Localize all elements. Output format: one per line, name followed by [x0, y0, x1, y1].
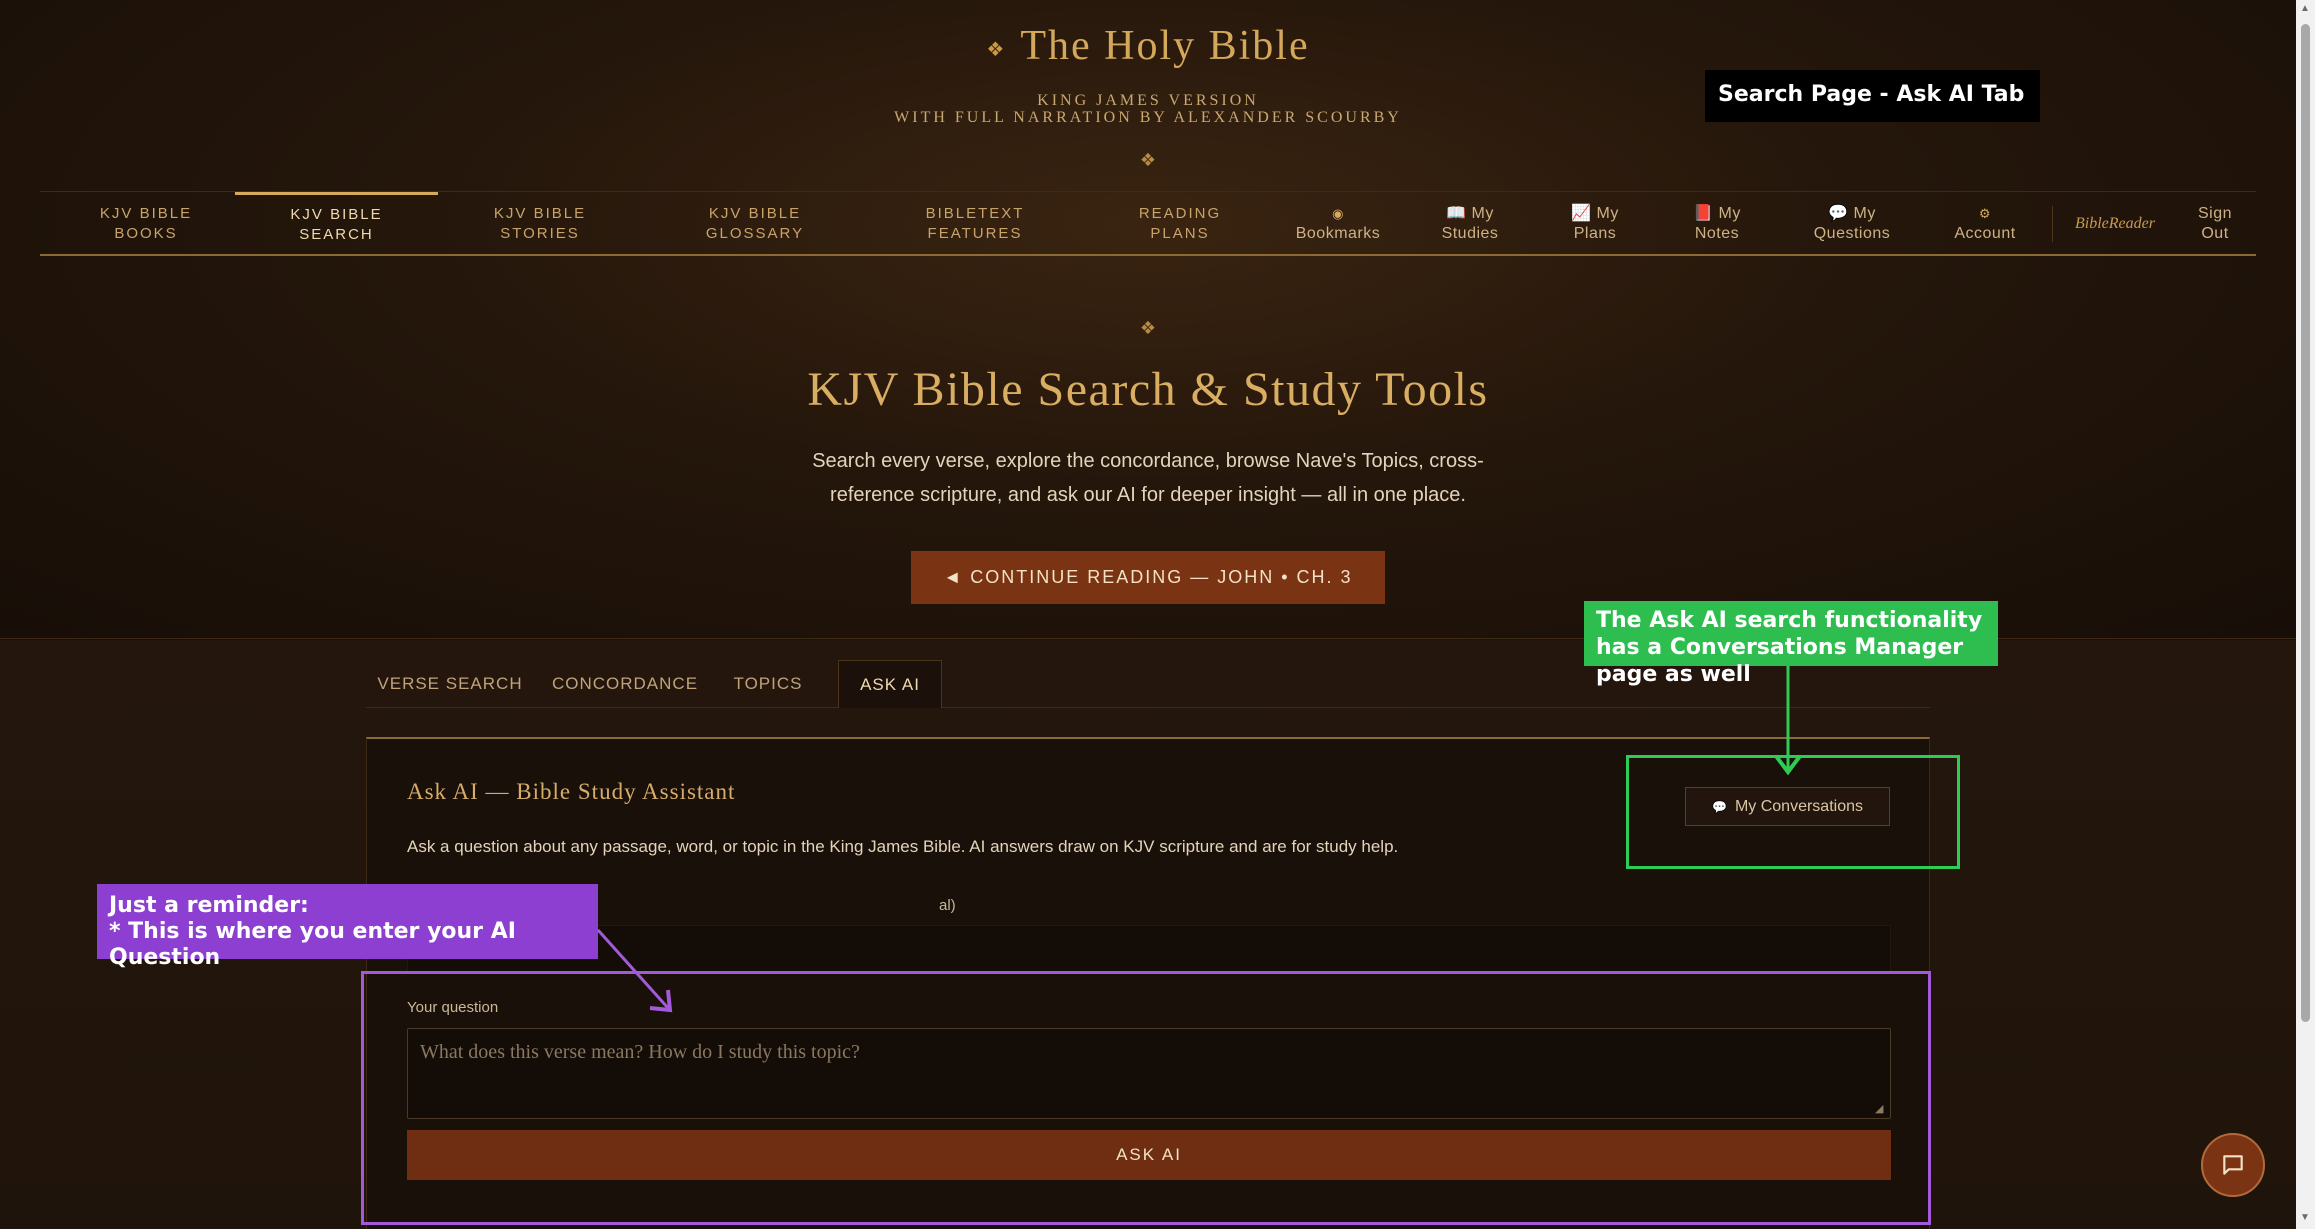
nav-kjv-bible-books[interactable]: KJV BIBLE BOOKS: [70, 192, 222, 255]
nav-sign-out[interactable]: Sign Out: [2185, 192, 2245, 255]
title-ornament-icon: ❖: [986, 38, 1007, 61]
nav-label-line2: Account: [1954, 224, 2016, 242]
nav-label-line2: Questions: [1813, 224, 1891, 242]
annotation-page-label: Search Page - Ask AI Tab: [1705, 70, 2040, 122]
chat-widget-button[interactable]: [2201, 1133, 2265, 1197]
nav-account[interactable]: ⚙ Account: [1935, 192, 2035, 255]
nav-label-line1: KJV BIBLE: [290, 206, 383, 223]
nav-label-line2: PLANS: [1150, 224, 1210, 242]
tab-concordance[interactable]: CONCORDANCE: [541, 660, 709, 708]
nav-kjv-bible-search[interactable]: KJV BIBLE SEARCH: [235, 192, 438, 255]
nav-my-studies[interactable]: 📖 My Studies: [1415, 192, 1525, 255]
nav-label-line1: BIBLETEXT: [925, 204, 1025, 222]
nav-brand-user[interactable]: BibleReader: [2060, 192, 2170, 255]
nav-kjv-bible-glossary[interactable]: KJV BIBLE GLOSSARY: [655, 192, 855, 255]
nav-label-line2: Studies: [1441, 224, 1499, 242]
nav-bibletext-features[interactable]: BIBLETEXT FEATURES: [875, 192, 1075, 255]
nav-my-plans[interactable]: 📈 My Plans: [1545, 192, 1645, 255]
nav-label-line1: KJV BIBLE: [708, 204, 802, 222]
scroll-up-icon[interactable]: ▲: [2300, 4, 2310, 14]
chat-bubble-icon: [2223, 1155, 2243, 1175]
nav-my-notes[interactable]: 📕 My Notes: [1667, 192, 1767, 255]
bookmark-icon: ◉: [1332, 205, 1344, 221]
hero-description: Search every verse, explore the concorda…: [812, 450, 1484, 506]
nav-label-line2: Bookmarks: [1295, 224, 1381, 242]
header-ornament-icon: ❖: [1139, 150, 1157, 170]
nav-label-line2: Notes: [1694, 224, 1740, 242]
nav-separator: [2052, 206, 2053, 242]
nav-label-line1: Sign: [2197, 204, 2233, 222]
scroll-thumb[interactable]: [2301, 24, 2310, 1022]
panel-description: Ask a question about any passage, word, …: [407, 837, 1399, 856]
nav-label-line1: 📕 My: [1693, 204, 1741, 222]
annotation-question-highlight: [361, 971, 1931, 1225]
annotation-reminder-line1: Just a reminder:: [109, 893, 309, 918]
nav-label-line1: 📈 My: [1571, 204, 1619, 222]
annotation-conversations-highlight: [1626, 755, 1960, 869]
nav-label-line1: KJV BIBLE: [99, 204, 193, 222]
nav-label-line2: GLOSSARY: [705, 224, 805, 242]
nav-label-line2: Plans: [1573, 224, 1617, 242]
nav-reading-plans[interactable]: READING PLANS: [1100, 192, 1260, 255]
nav-label-line2: SEARCH: [299, 226, 374, 243]
nav-my-questions[interactable]: 💬 My Questions: [1792, 192, 1912, 255]
tab-topics[interactable]: TOPICS: [716, 660, 820, 708]
nav-label-line1: KJV BIBLE: [493, 204, 587, 222]
tab-verse-search[interactable]: VERSE SEARCH: [366, 660, 534, 708]
panel-title: Ask AI — Bible Study Assistant: [407, 779, 736, 804]
annotation-conversations-note: The Ask AI search functionality has a Co…: [1584, 601, 1998, 687]
annotation-question-reminder: Just a reminder: * This is where you ent…: [97, 884, 598, 970]
nav-label-line2: STORIES: [500, 224, 580, 242]
optional-field-label: al): [939, 897, 956, 914]
scroll-down-icon[interactable]: ▼: [2300, 1213, 2310, 1223]
gear-icon: ⚙: [1978, 205, 1992, 221]
optional-context-input[interactable]: [407, 925, 1891, 973]
tab-ask-ai[interactable]: ASK AI: [838, 660, 942, 708]
hero-ornament-icon: ❖: [1139, 318, 1157, 338]
nav-label-line1: READING: [1138, 204, 1222, 222]
nav-label-line2: BOOKS: [114, 224, 178, 242]
site-title[interactable]: ❖ The Holy Bible: [0, 22, 2296, 70]
nav-bookmarks[interactable]: ◉ Bookmarks: [1278, 192, 1398, 255]
nav-label-line2: Out: [2201, 224, 2229, 242]
nav-label-line1: 💬 My: [1828, 204, 1876, 222]
nav-label-line1: 📖 My: [1446, 204, 1494, 222]
nav-kjv-bible-stories[interactable]: KJV BIBLE STORIES: [455, 192, 625, 255]
annotation-reminder-line2: * This is where you enter your AI Questi…: [109, 919, 516, 970]
nav-label-line2: FEATURES: [927, 224, 1023, 242]
main-nav: KJV BIBLE BOOKS KJV BIBLE SEARCH KJV BIB…: [40, 191, 2256, 256]
page-scrollbar[interactable]: ▲ ▼: [2296, 0, 2315, 1229]
continue-reading-button[interactable]: ◄ CONTINUE READING — JOHN • CH. 3: [911, 551, 1385, 604]
page-title: KJV Bible Search & Study Tools: [807, 363, 1489, 416]
site-title-text: The Holy Bible: [1020, 23, 1310, 69]
